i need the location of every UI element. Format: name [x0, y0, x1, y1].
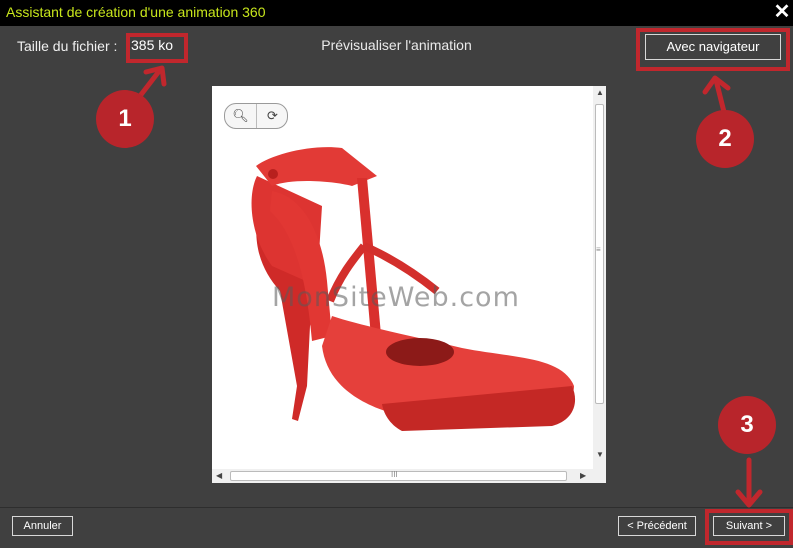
- grip-icon: III: [391, 470, 398, 479]
- window-title: Assistant de création d'une animation 36…: [6, 4, 266, 20]
- wizard-window: Assistant de création d'une animation 36…: [0, 0, 793, 548]
- cancel-button[interactable]: Annuler: [12, 516, 73, 536]
- rotate-icon[interactable]: ⟳: [256, 104, 288, 128]
- annotation-marker-1: 1: [96, 90, 154, 148]
- annotation-marker-2: 2: [696, 110, 754, 168]
- horizontal-scroll-thumb[interactable]: III: [230, 470, 567, 481]
- vertical-scrollbar[interactable]: ▲ ≡ ▼: [593, 86, 606, 483]
- footer-divider: [0, 507, 793, 508]
- watermark-text: MonSiteWeb.com: [272, 282, 520, 313]
- vertical-scroll-thumb[interactable]: ≡: [595, 104, 604, 404]
- zoom-icon[interactable]: 🔍︎: [225, 104, 256, 128]
- horizontal-scrollbar[interactable]: ◀ III ▶: [212, 469, 606, 483]
- scroll-down-icon[interactable]: ▼: [596, 450, 604, 459]
- viewer-tool-group: 🔍︎ ⟳: [224, 103, 288, 129]
- open-in-browser-button[interactable]: Avec navigateur: [645, 34, 781, 60]
- annotation-marker-3: 3: [718, 396, 776, 454]
- close-icon[interactable]: ✕: [771, 0, 793, 26]
- previous-button[interactable]: < Précédent: [618, 516, 696, 536]
- shoe-image: [251, 147, 576, 431]
- grip-icon: ≡: [596, 245, 601, 254]
- next-button[interactable]: Suivant >: [713, 516, 785, 536]
- title-bar: Assistant de création d'une animation 36…: [0, 0, 793, 26]
- animation-preview[interactable]: MonSiteWeb.com 🔍︎ ⟳ ▲ ≡ ▼ ◀ III ▶: [212, 86, 606, 483]
- scroll-left-icon[interactable]: ◀: [216, 471, 222, 480]
- scroll-right-icon[interactable]: ▶: [580, 471, 586, 480]
- scroll-up-icon[interactable]: ▲: [596, 88, 604, 97]
